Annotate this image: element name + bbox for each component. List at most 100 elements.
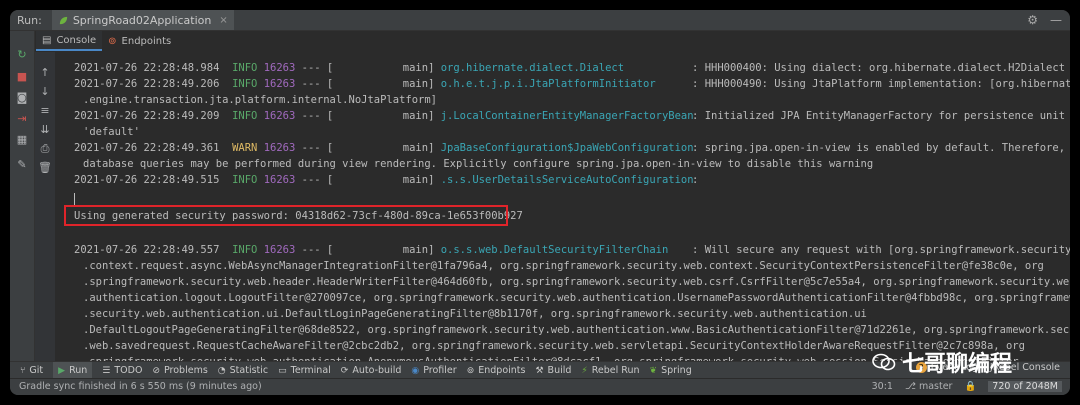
log-pid: 16263: [263, 142, 296, 154]
log-line: 2021-07-26 22:28:49.557 INFO 16263 --- […: [74, 242, 1070, 258]
watermark: 七哥聊编程: [872, 346, 1012, 378]
run-icon: ▶: [58, 365, 66, 376]
tool-button-git[interactable]: ⑂ Git: [20, 362, 43, 379]
run-left-toolbar: ↻ ■ ◙ ⇥ ▦ ✎: [10, 31, 35, 361]
tool-button-label: Problems: [163, 365, 208, 376]
tab-console[interactable]: ▤ Console: [36, 31, 103, 51]
tool-button-build[interactable]: ⚒ Build: [535, 362, 571, 379]
log-level: INFO: [232, 62, 258, 74]
problems-icon: ⊘: [152, 365, 160, 376]
run-config-title: SpringRoad02Application: [72, 13, 212, 27]
tool-button-profiler[interactable]: ◉ Profiler: [411, 362, 456, 379]
scroll-to-end-icon[interactable]: ⇊: [38, 123, 52, 137]
status-message[interactable]: Gradle sync finished in 6 s 550 ms (9 mi…: [19, 381, 262, 392]
tool-button-endpoints[interactable]: ⊚ Endpoints: [467, 362, 526, 379]
caret-position[interactable]: 30:1: [872, 381, 893, 392]
log-line: 2021-07-26 22:28:49.515 INFO 16263 --- […: [74, 172, 698, 188]
branch-icon: ⎇: [904, 381, 919, 392]
print-icon[interactable]: ⎙: [38, 142, 52, 156]
log-logger[interactable]: j.LocalContainerEntityManagerFactoryBean: [441, 108, 694, 124]
log-thread: [ main]: [326, 142, 435, 154]
log-logger[interactable]: o.h.e.t.j.p.i.JtaPlatformInitiator: [441, 76, 686, 92]
rerun-icon[interactable]: ↻: [15, 48, 29, 62]
log-separator: ---: [301, 78, 321, 90]
tool-button-run[interactable]: ▶ Run: [53, 362, 93, 379]
log-separator: ---: [301, 110, 321, 122]
log-timestamp: 2021-07-26 22:28:49.206: [74, 78, 220, 90]
arrow-up-icon[interactable]: ↑: [38, 66, 52, 80]
log-line: database queries may be performed during…: [83, 156, 873, 172]
pin-icon[interactable]: ✎: [15, 158, 29, 172]
log-thread: [ main]: [326, 110, 435, 122]
exit-icon[interactable]: ⇥: [15, 112, 29, 126]
tool-button-label: Statistic: [229, 365, 269, 376]
log-timestamp: 2021-07-26 22:28:49.557: [74, 244, 220, 256]
minimize-icon[interactable]: —: [1050, 13, 1062, 27]
log-continuation: 'default': [83, 126, 140, 138]
tool-button-problems[interactable]: ⊘ Problems: [152, 362, 207, 379]
log-continuation: .springframework.security.web.header.Hea…: [83, 276, 1070, 288]
trash-icon[interactable]: 🗑: [38, 161, 52, 175]
log-message: : HHH000400: Using dialect: org.hibernat…: [692, 62, 1066, 74]
tool-button-auto-build[interactable]: ⟳ Auto-build: [341, 362, 402, 379]
console-tabs: ▤ Console ⊚ Endpoints: [36, 31, 177, 51]
tab-endpoints[interactable]: ⊚ Endpoints: [102, 31, 177, 51]
memory-indicator[interactable]: 720 of 2048M: [988, 381, 1062, 392]
log-separator: ---: [301, 244, 321, 256]
camera-icon[interactable]: ◙: [15, 91, 29, 105]
git-icon: ⑂: [20, 365, 26, 376]
log-pid: 16263: [263, 244, 296, 256]
tool-button-statistic[interactable]: ◔ Statistic: [218, 362, 268, 379]
log-line: .engine.transaction.jta.platform.interna…: [83, 92, 437, 108]
tool-button-todo[interactable]: ☰ TODO: [102, 362, 142, 379]
log-line: .authentication.logout.LogoutFilter@2700…: [83, 290, 1070, 306]
log-logger[interactable]: .s.s.UserDetailsServiceAutoConfiguration: [441, 172, 694, 188]
git-branch[interactable]: ⎇ master: [905, 381, 952, 392]
tool-button-rebel-run[interactable]: ⚡ Rebel Run: [581, 362, 639, 379]
lock-icon[interactable]: 🔒: [964, 381, 976, 392]
log-line: 2021-07-26 22:28:49.206 INFO 16263 --- […: [74, 76, 1070, 92]
log-logger[interactable]: o.s.s.web.DefaultSecurityFilterChain: [441, 242, 686, 258]
tool-button-terminal[interactable]: ▭ Terminal: [278, 362, 331, 379]
tool-button-label: Profiler: [423, 365, 457, 376]
close-icon[interactable]: ×: [219, 15, 227, 26]
log-line: 2021-07-26 22:28:49.361 WARN 16263 --- […: [74, 140, 1065, 156]
auto-build-icon: ⟳: [340, 365, 349, 376]
log-timestamp: 2021-07-26 22:28:49.361: [74, 142, 220, 154]
console-output[interactable]: 2021-07-26 22:28:48.984 INFO 16263 --- […: [56, 52, 1070, 368]
spring-leaf-icon: [59, 16, 67, 24]
soft-wrap-icon[interactable]: ≡: [38, 104, 52, 118]
layout-icon[interactable]: ▦: [15, 133, 29, 147]
tool-button-spring[interactable]: ❦ Spring: [650, 362, 692, 379]
log-continuation: .context.request.async.WebAsyncManagerIn…: [83, 260, 1044, 272]
tool-button-label: Terminal: [290, 365, 331, 376]
tool-button-label: Endpoints: [478, 365, 526, 376]
log-level: WARN: [232, 142, 258, 154]
log-separator: ---: [301, 62, 321, 74]
log-level: INFO: [232, 244, 258, 256]
log-timestamp: 2021-07-26 22:28:48.984: [74, 62, 220, 74]
stop-icon[interactable]: ■: [15, 70, 29, 84]
log-message: : spring.jpa.open-in-view is enabled by …: [692, 142, 1066, 154]
run-config-tab[interactable]: SpringRoad02Application ×: [51, 10, 234, 30]
run-toolbar: Run: SpringRoad02Application × ⚙ —: [10, 10, 1070, 31]
log-pid: 16263: [263, 62, 296, 74]
rebel-run-icon: ⚡: [581, 365, 588, 376]
log-logger[interactable]: org.hibernate.dialect.Dialect: [441, 60, 686, 76]
log-logger[interactable]: JpaBaseConfiguration$JpaWebConfiguration: [441, 140, 694, 156]
tool-button-label: Spring: [661, 365, 692, 376]
tab-console-label: Console: [56, 34, 97, 46]
log-continuation: database queries may be performed during…: [83, 158, 874, 170]
log-message: : Initialized JPA EntityManagerFactory f…: [692, 110, 1066, 122]
log-message: : HHH000490: Using JtaPlatform implement…: [692, 78, 1070, 90]
tool-button-label: Rebel Run: [591, 365, 640, 376]
gear-icon[interactable]: ⚙: [1027, 13, 1038, 27]
password-highlight-box: [64, 205, 508, 226]
log-thread: [ main]: [326, 174, 435, 186]
text-caret: [74, 193, 75, 205]
arrow-down-icon[interactable]: ↓: [38, 85, 52, 99]
tool-button-label: Run: [69, 365, 88, 376]
log-thread: [ main]: [326, 62, 435, 74]
endpoints-icon: ⊚: [466, 365, 475, 376]
log-message: : Will secure any request with [org.spri…: [692, 244, 1070, 256]
